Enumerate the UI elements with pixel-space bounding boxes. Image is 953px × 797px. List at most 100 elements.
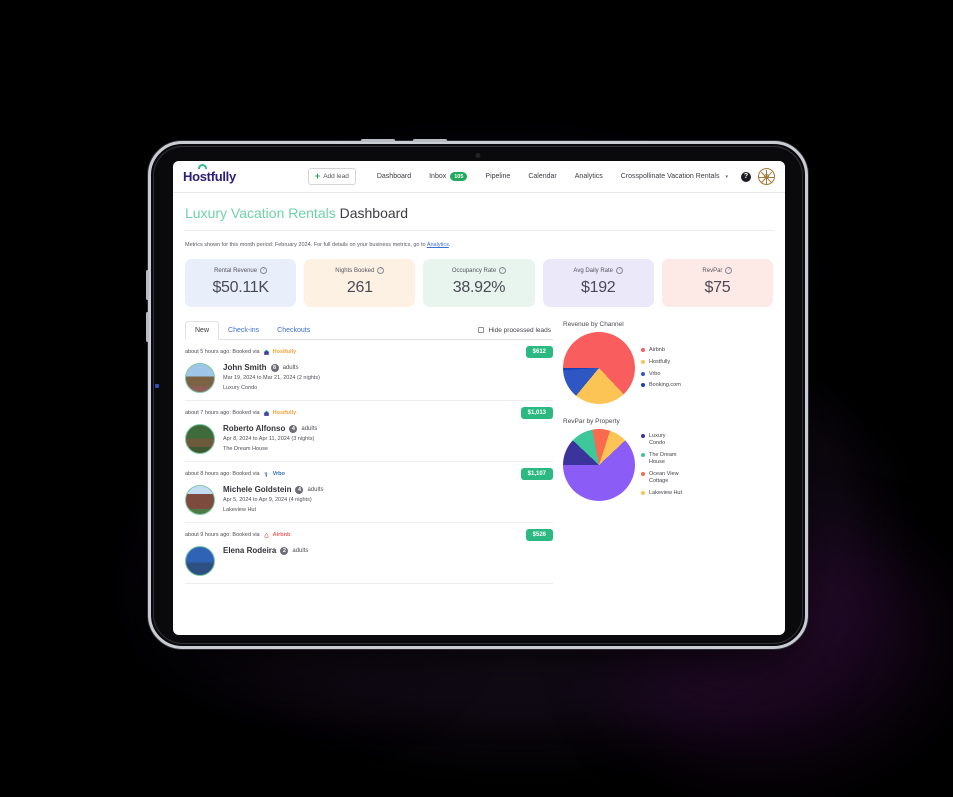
- lead-details: Michele Goldstein 4 adults Apr 5, 2024 t…: [223, 485, 323, 513]
- help-circle-icon[interactable]: ?: [499, 267, 507, 274]
- legend-swatch: [641, 434, 645, 439]
- list-item[interactable]: about 7 hours ago: Booked via Hostfully …: [185, 401, 553, 462]
- metric-card-avg-daily-rate[interactable]: Avg Daily Rate ? $192: [542, 259, 654, 307]
- nav-item-calendar[interactable]: Calendar: [519, 163, 565, 190]
- legend-item[interactable]: Vrbo: [641, 371, 681, 378]
- list-item[interactable]: about 5 hours ago: Booked via Hostfully …: [185, 340, 553, 401]
- property-name: Luxury Condo: [223, 385, 258, 391]
- note-period: .: [448, 242, 451, 248]
- lead-body: Elena Rodeira 2 adults: [185, 546, 553, 576]
- legend-item[interactable]: Booking.com: [641, 382, 681, 389]
- analytics-link[interactable]: Analytics: [427, 242, 449, 248]
- legend-label: Hostfully: [649, 358, 671, 365]
- legend-label: Lakeview Hut: [649, 489, 683, 496]
- note-text: Metrics shown for this month period: Feb…: [185, 242, 427, 248]
- lead-details: Roberto Alfonso 4 adults Apr 8, 2024 to …: [223, 424, 317, 452]
- channel-vrbo: Vrbo: [263, 471, 285, 478]
- metric-label-text: Nights Booked: [335, 267, 375, 274]
- nav-item-analytics[interactable]: Analytics: [566, 163, 612, 190]
- dashboard-lower: New Check-ins Checkouts Hide processed l…: [185, 321, 773, 584]
- legend-item[interactable]: Ocean View Cottage: [641, 471, 683, 485]
- pie-chart[interactable]: [563, 429, 635, 501]
- list-item[interactable]: about 9 hours ago: Booked via Airbnb $52…: [185, 523, 553, 584]
- metric-card-occupancy-rate[interactable]: Occupancy Rate ? 38.92%: [423, 259, 535, 307]
- roof-icon: [198, 164, 207, 169]
- list-item[interactable]: about 8 hours ago: Booked via Vrbo $1,10…: [185, 462, 553, 523]
- airbnb-icon: [264, 532, 269, 538]
- metric-value: 261: [346, 279, 373, 296]
- metric-value: $75: [704, 279, 731, 296]
- channel-label: Airbnb: [272, 532, 291, 538]
- tab-check-ins[interactable]: Check-ins: [219, 322, 268, 339]
- guest-name-row: Roberto Alfonso 4 adults: [223, 424, 317, 433]
- metric-label-text: RevPar: [702, 267, 723, 274]
- guest-count-label: adults: [282, 364, 299, 371]
- lead-amount: $612: [525, 346, 553, 358]
- tab-new[interactable]: New: [185, 321, 220, 340]
- guest-count-label: adults: [292, 547, 309, 554]
- power-button[interactable]: [361, 139, 395, 142]
- help-icon[interactable]: ?: [741, 171, 751, 182]
- screenshot-stage: Hostfully + Add lead Dashboard Inbox 105: [0, 0, 953, 797]
- legend-swatch: [641, 453, 645, 458]
- legend-swatch: [641, 471, 645, 476]
- legend-item[interactable]: Luxury Condo: [641, 433, 683, 447]
- nav-item-inbox[interactable]: Inbox 105: [420, 162, 476, 191]
- stay-dates: Apr 5, 2024 to Apr 9, 2024 (4 nights): [223, 497, 312, 503]
- avatar[interactable]: [758, 168, 775, 185]
- add-lead-button[interactable]: + Add lead: [307, 168, 356, 185]
- tablet-screen: Hostfully + Add lead Dashboard Inbox 105: [173, 161, 785, 635]
- property-thumbnail: [185, 546, 215, 576]
- status-led: [155, 384, 159, 388]
- metric-cards: Rental Revenue ? $50.11K Nights Booked ?…: [185, 259, 774, 307]
- help-circle-icon[interactable]: ?: [377, 267, 385, 274]
- lead-details: John Smith 8 adults Mar 19, 2024 to Mar …: [223, 363, 320, 391]
- help-circle-icon[interactable]: ?: [725, 267, 733, 274]
- lead-time: about 7 hours ago: Booked via: [185, 410, 260, 416]
- top-accessory-button[interactable]: [413, 139, 447, 142]
- nav-label: Calendar: [528, 173, 557, 180]
- guest-name: John Smith: [223, 363, 267, 372]
- chart-revpar-by-property: RevPar by Property Luxury Condo The Dream…: [563, 418, 773, 501]
- nav-item-dashboard[interactable]: Dashboard: [368, 163, 420, 190]
- volume-up-button[interactable]: [146, 270, 149, 300]
- metric-label-text: Rental Revenue: [214, 267, 258, 274]
- property-name: Lakeview Hut: [223, 507, 257, 513]
- hide-processed-leads-control[interactable]: Hide processed leads: [478, 327, 553, 334]
- legend-label: Ocean View Cottage: [649, 470, 679, 484]
- metric-card-revpar[interactable]: RevPar ? $75: [661, 259, 774, 307]
- help-circle-icon[interactable]: ?: [616, 267, 623, 274]
- metric-card-nights-booked[interactable]: Nights Booked ? 261: [304, 259, 416, 307]
- property-thumbnail: [185, 363, 215, 393]
- nav-label: Inbox: [429, 173, 447, 180]
- leads-panel: New Check-ins Checkouts Hide processed l…: [185, 321, 553, 584]
- hostfully-icon: [263, 349, 270, 355]
- legend-item[interactable]: The Dream House: [641, 452, 683, 466]
- guest-count-label: adults: [307, 486, 324, 493]
- chart-legend: Luxury Condo The Dream House Ocean View Co…: [641, 433, 683, 496]
- add-lead-label: Add lead: [323, 173, 349, 180]
- nav-label: Analytics: [574, 173, 603, 180]
- hostfully-logo[interactable]: Hostfully: [183, 164, 236, 184]
- nav-item-pipeline[interactable]: Pipeline: [476, 163, 519, 190]
- property-thumbnail: [185, 485, 215, 515]
- chevron-down-icon: ▾: [725, 173, 728, 180]
- logo-text: Hostfully: [183, 169, 236, 184]
- pie-chart[interactable]: [563, 332, 635, 404]
- help-circle-icon[interactable]: ?: [260, 267, 268, 274]
- legend-label: Airbnb: [649, 346, 665, 353]
- legend-item[interactable]: Airbnb: [641, 347, 681, 354]
- hide-processed-checkbox[interactable]: [478, 327, 485, 333]
- leads-tabs: New Check-ins Checkouts Hide processed l…: [185, 321, 553, 340]
- metrics-period-note: Metrics shown for this month period: Feb…: [185, 242, 773, 248]
- volume-down-button[interactable]: [146, 312, 149, 342]
- legend-item[interactable]: Lakeview Hut: [641, 490, 683, 497]
- legend-item[interactable]: Hostfully: [641, 359, 681, 366]
- property-name: The Dream House: [223, 446, 268, 452]
- tab-checkouts[interactable]: Checkouts: [268, 322, 319, 339]
- lead-body: Michele Goldstein 4 adults Apr 5, 2024 t…: [185, 485, 553, 515]
- chart-row: Airbnb Hostfully Vrbo Booking.com: [563, 332, 773, 404]
- metric-card-rental-revenue[interactable]: Rental Revenue ? $50.11K: [185, 259, 297, 307]
- nav-item-org-selector[interactable]: Crosspollinate Vacation Rentals ▾: [612, 163, 737, 190]
- channel-airbnb: Airbnb: [263, 532, 291, 539]
